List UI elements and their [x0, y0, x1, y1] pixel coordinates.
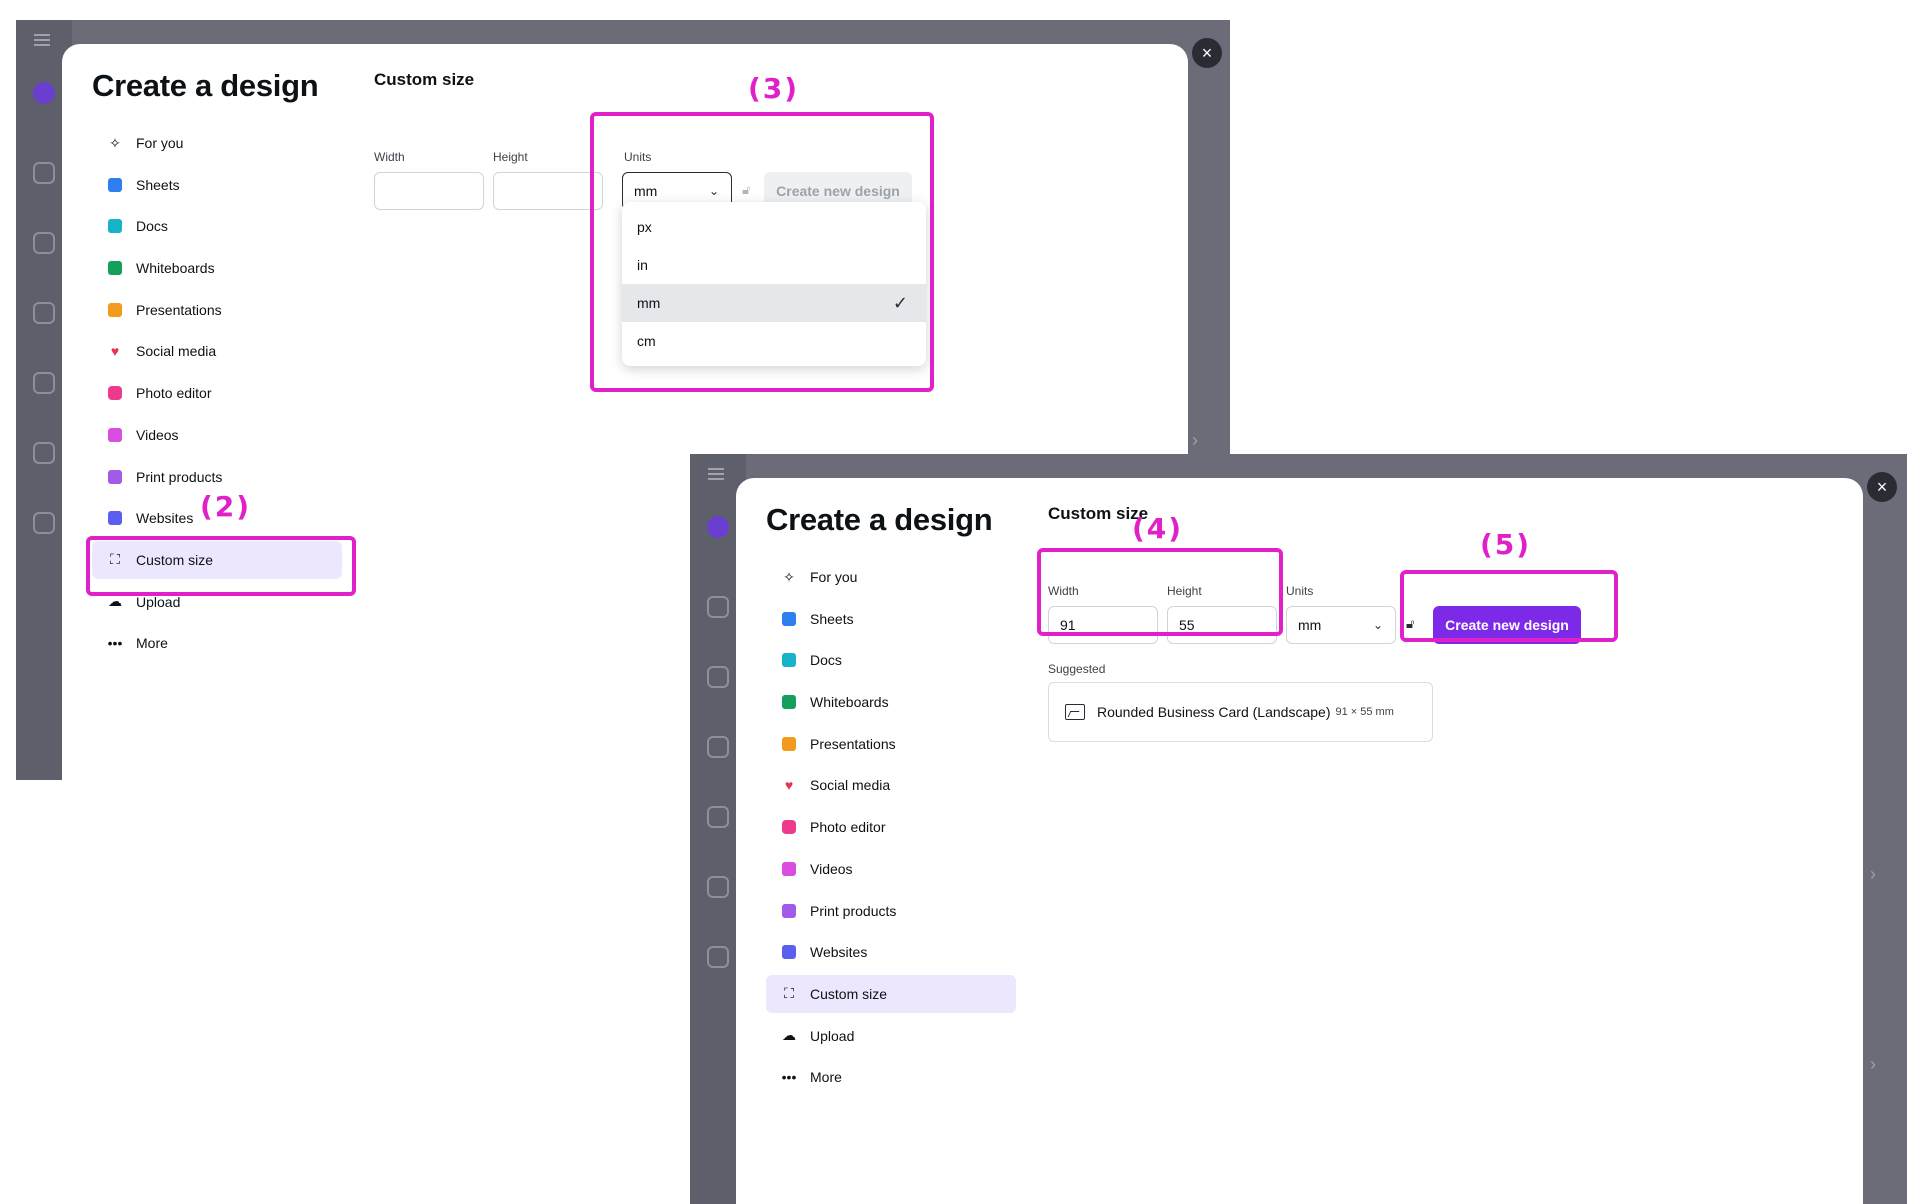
heart-icon: ♥ — [110, 343, 120, 360]
height-label: Height — [493, 150, 528, 164]
width-input[interactable] — [374, 172, 484, 210]
upload-cloud-icon: ☁ — [782, 1027, 796, 1044]
background-brand-nav — [694, 806, 742, 832]
highlight-width-height — [1037, 548, 1283, 636]
background-brand-nav — [20, 372, 68, 398]
menu-item-videos[interactable]: Videos — [766, 850, 1016, 888]
background-canva-ai-nav — [694, 876, 742, 902]
website-icon — [106, 509, 124, 527]
more-dots-icon: ••• — [107, 635, 123, 652]
menu-icon — [708, 468, 724, 480]
highlight-create-button — [1400, 570, 1618, 642]
background-apps-nav — [694, 946, 742, 972]
background-create-button — [20, 82, 68, 108]
print-icon — [106, 468, 124, 486]
suggestion-name: Rounded Business Card (Landscape) — [1097, 704, 1331, 720]
close-dialog-button[interactable]: × — [1867, 472, 1897, 502]
video-icon — [780, 860, 798, 878]
docs-icon — [106, 217, 124, 235]
sparkle-icon: ✧ — [783, 568, 795, 585]
background-templates-nav — [20, 302, 68, 328]
sheets-icon — [780, 610, 798, 628]
menu-item-social-media[interactable]: ♥ Social media — [766, 766, 1016, 804]
design-type-menu: ✧ For you Sheets Docs Whiteboards Present… — [766, 558, 1016, 1100]
menu-item-photo-editor[interactable]: Photo editor — [766, 808, 1016, 846]
menu-item-custom-size[interactable]: ⛶ Custom size — [766, 974, 1016, 1013]
step-4-label: (4) — [1132, 512, 1184, 545]
width-label: Width — [374, 150, 405, 164]
create-design-dialog: Create a design ✧ For you Sheets Docs Whi… — [736, 478, 1863, 1204]
menu-icon — [34, 34, 50, 46]
website-icon — [780, 943, 798, 961]
menu-item-upload[interactable]: ☁ Upload — [766, 1017, 1016, 1055]
presentations-icon — [780, 735, 798, 753]
image-icon — [1065, 704, 1085, 720]
menu-item-more[interactable]: ••• More — [766, 1058, 1016, 1096]
height-input[interactable] — [493, 172, 603, 210]
menu-item-photo-editor[interactable]: Photo editor — [92, 374, 342, 412]
heart-icon: ♥ — [784, 777, 794, 794]
docs-icon — [780, 651, 798, 669]
menu-item-for-you[interactable]: ✧ For you — [92, 124, 342, 162]
background-home-nav — [20, 162, 68, 188]
background-apps-nav — [20, 512, 68, 538]
whiteboards-icon — [780, 693, 798, 711]
menu-item-sheets[interactable]: Sheets — [766, 600, 1016, 638]
print-icon — [780, 902, 798, 920]
menu-item-presentations[interactable]: Presentations — [92, 291, 342, 329]
menu-item-social-media[interactable]: ♥ Social media — [92, 332, 342, 370]
menu-item-whiteboards[interactable]: Whiteboards — [92, 249, 342, 287]
background-create-button — [694, 516, 742, 542]
dialog-title: Create a design — [92, 68, 319, 103]
suggested-label: Suggested — [1048, 662, 1106, 676]
camera-icon — [780, 818, 798, 836]
video-icon — [106, 426, 124, 444]
presentations-icon — [106, 301, 124, 319]
menu-item-docs[interactable]: Docs — [766, 641, 1016, 679]
menu-item-docs[interactable]: Docs — [92, 207, 342, 245]
sheets-icon — [106, 176, 124, 194]
menu-item-more[interactable]: ••• More — [92, 624, 342, 662]
screenshot-custom-dimensions: › › Create a design ✧ For you Sheets Docs… — [690, 454, 1907, 1204]
background-templates-nav — [694, 736, 742, 762]
chevron-right-icon: › — [1870, 1054, 1876, 1074]
menu-item-for-you[interactable]: ✧ For you — [766, 558, 1016, 596]
menu-item-videos[interactable]: Videos — [92, 416, 342, 454]
background-projects-nav — [694, 666, 742, 692]
chevron-right-icon: › — [1870, 864, 1876, 884]
chevron-down-icon: ⌄ — [1372, 618, 1383, 632]
custom-size-title: Custom size — [374, 70, 475, 89]
background-projects-nav — [20, 232, 68, 258]
menu-item-websites[interactable]: Websites — [766, 933, 1016, 971]
custom-size-icon: ⛶ — [784, 985, 794, 1002]
units-label: Units — [1286, 584, 1314, 598]
step-5-label: (5) — [1480, 528, 1532, 561]
highlight-units-dropdown — [590, 112, 934, 392]
highlight-custom-size — [86, 536, 356, 596]
more-dots-icon: ••• — [781, 1069, 797, 1086]
units-select[interactable]: mm ⌄ — [1286, 606, 1396, 644]
dialog-title: Create a design — [766, 502, 993, 537]
suggestion-dimensions: 91 × 55 mm — [1335, 706, 1394, 718]
suggestion-card[interactable]: Rounded Business Card (Landscape) 91 × 5… — [1048, 682, 1433, 742]
background-home-nav — [694, 596, 742, 622]
step-2-label: (2) — [200, 490, 252, 523]
menu-item-print-products[interactable]: Print products — [766, 892, 1016, 930]
menu-item-sheets[interactable]: Sheets — [92, 166, 342, 204]
menu-item-whiteboards[interactable]: Whiteboards — [766, 683, 1016, 721]
step-3-label: (3) — [748, 72, 800, 105]
menu-item-presentations[interactable]: Presentations — [766, 725, 1016, 763]
chevron-right-icon: › — [1192, 430, 1198, 450]
sparkle-icon: ✧ — [109, 134, 121, 151]
whiteboards-icon — [106, 259, 124, 277]
close-dialog-button[interactable]: × — [1192, 38, 1222, 68]
background-canva-ai-nav — [20, 442, 68, 468]
camera-icon — [106, 384, 124, 402]
